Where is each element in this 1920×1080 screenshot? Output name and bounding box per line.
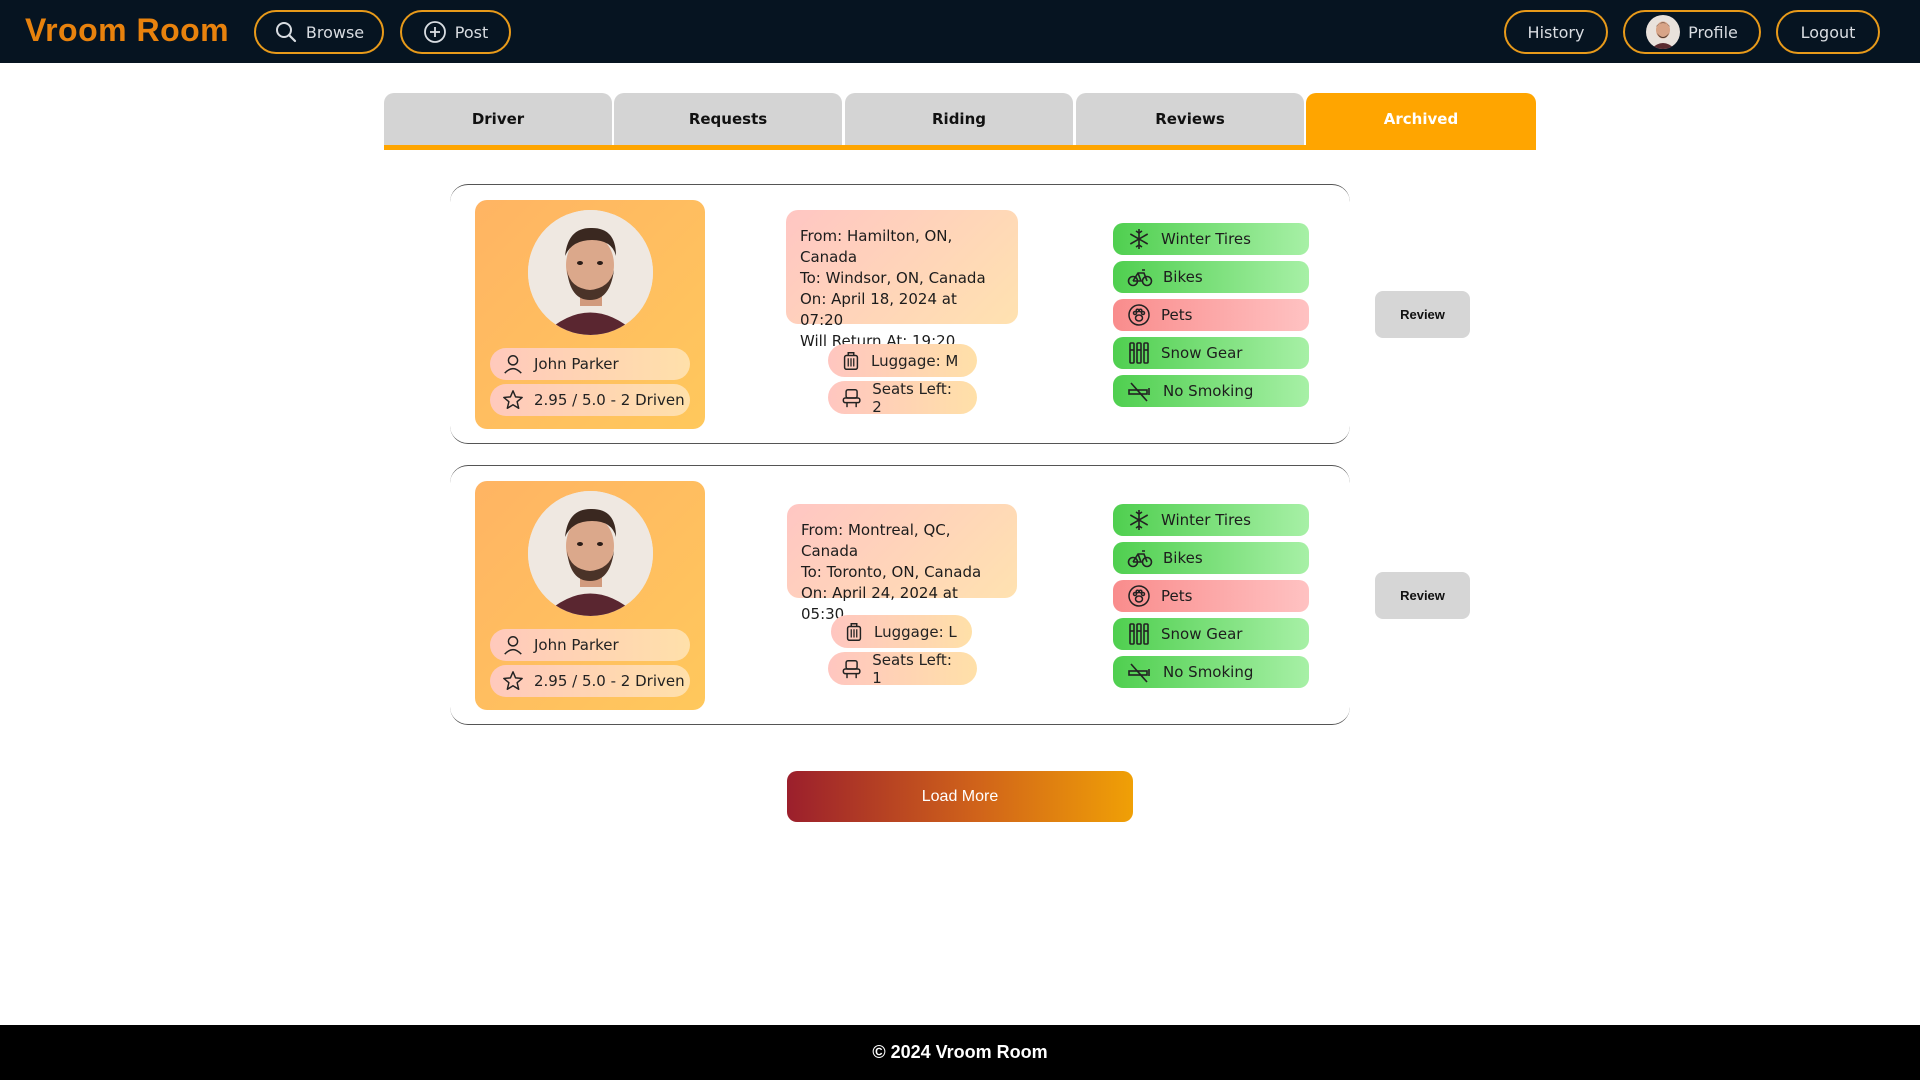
luggage-size: Luggage: M bbox=[871, 351, 959, 370]
bike-icon bbox=[1127, 550, 1153, 568]
trip-to: To: Toronto, ON, Canada bbox=[801, 563, 982, 581]
star-icon bbox=[503, 671, 523, 690]
driver-profile-panel: John Parker 2.95 / 5.0 - 2 Driven bbox=[475, 200, 705, 429]
user-icon bbox=[504, 355, 522, 374]
feature-pets: Pets bbox=[1113, 299, 1309, 331]
snowflake-icon bbox=[1129, 510, 1149, 530]
seat-icon bbox=[842, 388, 861, 407]
driver-name-pill: John Parker bbox=[490, 348, 690, 380]
feature-pets: Pets bbox=[1113, 580, 1309, 612]
footer: © 2024 Vroom Room bbox=[0, 1025, 1920, 1080]
seats-left: Seats Left: 2 bbox=[872, 379, 952, 416]
paw-icon bbox=[1128, 585, 1150, 607]
driver-rating: 2.95 / 5.0 - 2 Driven bbox=[534, 391, 685, 409]
luggage-pill: Luggage: M bbox=[828, 344, 977, 377]
tab-requests[interactable]: Requests bbox=[614, 93, 842, 145]
luggage-icon bbox=[846, 622, 862, 641]
tab-reviews[interactable]: Reviews bbox=[1076, 93, 1304, 145]
tab-driver[interactable]: Driver bbox=[384, 93, 612, 145]
ski-icon bbox=[1129, 623, 1149, 645]
review-button[interactable]: Review bbox=[1375, 572, 1470, 619]
logout-label: Logout bbox=[1800, 22, 1856, 42]
feature-label: Bikes bbox=[1163, 268, 1203, 286]
seats-pill: Seats Left: 2 bbox=[828, 379, 977, 416]
browse-label: Browse bbox=[305, 22, 365, 42]
history-button[interactable]: History bbox=[1504, 10, 1608, 54]
post-label: Post bbox=[454, 22, 489, 42]
feature-no-smoking: No Smoking bbox=[1113, 656, 1309, 688]
trip-details: From: Hamilton, ON, Canada To: Windsor, … bbox=[786, 210, 1018, 350]
driver-name: John Parker bbox=[534, 636, 619, 654]
user-avatar bbox=[1646, 15, 1681, 49]
feature-label: Pets bbox=[1161, 306, 1193, 324]
ride-card: John Parker 2.95 / 5.0 - 2 Driven From: … bbox=[450, 465, 1470, 725]
feature-label: Snow Gear bbox=[1161, 344, 1243, 362]
feature-label: Bikes bbox=[1163, 549, 1203, 567]
top-navbar: Vroom Room Browse Post History Profile L… bbox=[0, 0, 1920, 63]
feature-no-smoking: No Smoking bbox=[1113, 375, 1309, 407]
plus-circle-icon bbox=[423, 21, 446, 43]
luggage-icon bbox=[843, 351, 859, 370]
snowflake-icon bbox=[1129, 229, 1149, 249]
trip-to: To: Windsor, ON, Canada bbox=[800, 269, 986, 287]
luggage-pill: Luggage: L bbox=[831, 615, 972, 648]
paw-icon bbox=[1128, 304, 1150, 326]
luggage-size: Luggage: L bbox=[874, 622, 957, 641]
user-icon bbox=[504, 636, 522, 655]
browse-button[interactable]: Browse bbox=[254, 10, 384, 54]
seats-pill: Seats Left: 1 bbox=[828, 650, 977, 687]
tab-archived[interactable]: Archived bbox=[1306, 93, 1536, 145]
trip-from: From: Hamilton, ON, Canada bbox=[800, 227, 953, 266]
post-button[interactable]: Post bbox=[400, 10, 511, 54]
tab-underline bbox=[384, 145, 1536, 150]
driver-rating: 2.95 / 5.0 - 2 Driven bbox=[534, 672, 685, 690]
ride-tabs: Driver Requests Riding Reviews Archived bbox=[384, 93, 1536, 150]
driver-name: John Parker bbox=[534, 355, 619, 373]
trip-from: From: Montreal, QC, Canada bbox=[801, 521, 951, 560]
search-icon bbox=[275, 22, 296, 43]
feature-snow-gear: Snow Gear bbox=[1113, 337, 1309, 369]
star-icon bbox=[503, 390, 523, 409]
logout-button[interactable]: Logout bbox=[1776, 10, 1880, 54]
driver-rating-pill: 2.95 / 5.0 - 2 Driven bbox=[490, 384, 690, 416]
bike-icon bbox=[1127, 269, 1153, 287]
feature-label: Winter Tires bbox=[1161, 230, 1251, 248]
seat-icon bbox=[842, 659, 861, 678]
trip-details: From: Montreal, QC, Canada To: Toronto, … bbox=[787, 504, 1017, 623]
feature-winter-tires: Winter Tires bbox=[1113, 504, 1309, 536]
driver-avatar bbox=[528, 491, 653, 616]
history-label: History bbox=[1527, 22, 1585, 42]
trip-date: On: April 18, 2024 at 07:20 bbox=[800, 290, 957, 329]
driver-rating-pill: 2.95 / 5.0 - 2 Driven bbox=[490, 665, 690, 697]
load-more-button[interactable]: Load More bbox=[787, 771, 1133, 822]
feature-label: Snow Gear bbox=[1161, 625, 1243, 643]
feature-winter-tires: Winter Tires bbox=[1113, 223, 1309, 255]
copyright-text: © 2024 Vroom Room bbox=[872, 1042, 1048, 1062]
feature-label: Pets bbox=[1161, 587, 1193, 605]
feature-label: Winter Tires bbox=[1161, 511, 1251, 529]
tab-riding[interactable]: Riding bbox=[845, 93, 1073, 145]
profile-label: Profile bbox=[1688, 22, 1738, 42]
brand-logo[interactable]: Vroom Room bbox=[25, 12, 229, 49]
driver-name-pill: John Parker bbox=[490, 629, 690, 661]
no-smoking-icon bbox=[1128, 382, 1150, 402]
feature-label: No Smoking bbox=[1163, 382, 1254, 400]
ski-icon bbox=[1129, 342, 1149, 364]
feature-label: No Smoking bbox=[1163, 663, 1254, 681]
profile-button[interactable]: Profile bbox=[1623, 10, 1761, 54]
driver-avatar bbox=[528, 210, 653, 335]
ride-card: John Parker 2.95 / 5.0 - 2 Driven From: … bbox=[450, 184, 1470, 444]
feature-snow-gear: Snow Gear bbox=[1113, 618, 1309, 650]
no-smoking-icon bbox=[1128, 663, 1150, 683]
feature-bikes: Bikes bbox=[1113, 261, 1309, 293]
seats-left: Seats Left: 1 bbox=[872, 650, 952, 687]
feature-bikes: Bikes bbox=[1113, 542, 1309, 574]
driver-profile-panel: John Parker 2.95 / 5.0 - 2 Driven bbox=[475, 481, 705, 710]
review-button[interactable]: Review bbox=[1375, 291, 1470, 338]
